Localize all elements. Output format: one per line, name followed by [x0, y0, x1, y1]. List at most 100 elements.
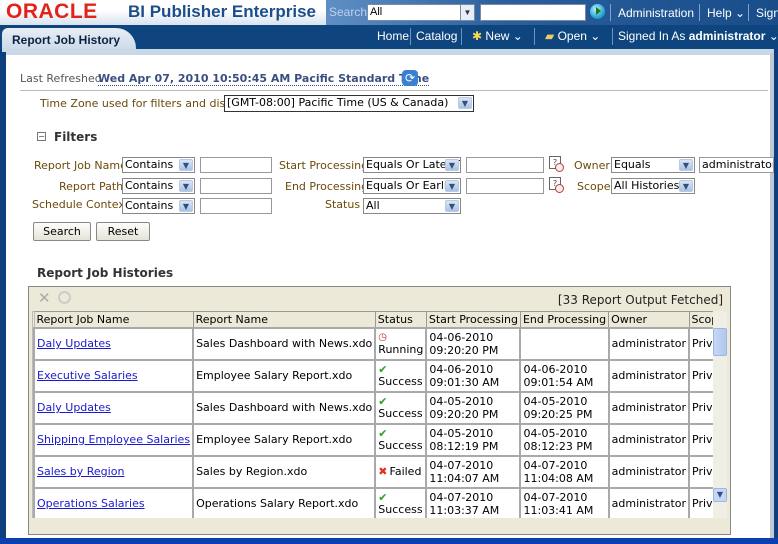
report-job-name-operator[interactable]: Contains ▼ — [122, 157, 195, 173]
nav-bar: Report Job History Home Catalog ✱ New ⌄ … — [0, 25, 778, 52]
column-header-end-processing[interactable]: End Processing — [519, 311, 610, 328]
reset-button[interactable]: Reset — [96, 222, 150, 241]
calendar-icon[interactable]: ? — [549, 156, 565, 172]
report-path-operator[interactable]: Contains ▼ — [122, 178, 195, 194]
search-label: Search — [329, 5, 368, 19]
report-job-link[interactable]: Operations Salaries — [37, 497, 145, 510]
end-time: 08:12:23 PM — [523, 439, 593, 453]
last-refreshed-value[interactable]: Wed Apr 07, 2010 10:50:45 AM Pacific Sta… — [98, 72, 430, 86]
chevron-down-icon: ⌄ — [768, 29, 778, 43]
histories-panel: ✕ [33 Report Output Fetched] Report Job … — [28, 286, 731, 535]
chevron-down-icon: ▼ — [445, 180, 459, 192]
cell-start-processing: 04-05-2010 09:20:20 PM — [425, 390, 522, 425]
cell-status: ✔ Success — [374, 422, 428, 457]
cell-start-processing: 04-07-2010 11:04:07 AM — [425, 454, 522, 489]
calendar-icon[interactable]: ? — [549, 177, 565, 193]
end-processing-input[interactable] — [466, 178, 544, 194]
start-time: 08:12:19 PM — [429, 439, 499, 453]
cell-status: ✔ Success — [374, 358, 428, 393]
column-header-start-processing[interactable]: Start Processing — [425, 311, 521, 328]
cell-status: ✔ Success — [374, 486, 428, 518]
report-job-name-input[interactable] — [200, 157, 272, 173]
start-processing-input[interactable] — [466, 157, 544, 173]
column-header-report-job-name[interactable]: Report Job Name — [33, 311, 194, 328]
cancel-job-icon[interactable] — [58, 291, 71, 304]
end-time: 11:04:08 AM — [523, 471, 594, 485]
column-header-report-name[interactable]: Report Name — [192, 311, 376, 328]
report-job-link[interactable]: Sales by Region — [37, 465, 124, 478]
report-job-link[interactable]: Daly Updates — [37, 401, 111, 414]
table-row[interactable]: Operations Salaries Operations Salary Rep… — [32, 486, 725, 518]
status-text: Success — [378, 502, 423, 516]
open-menu[interactable]: ▰ Open ⌄ — [545, 29, 600, 43]
refresh-icon[interactable]: ⟳ — [402, 70, 418, 86]
schedule-context-input[interactable] — [200, 198, 272, 214]
end-processing-label: End Processing — [285, 180, 369, 193]
delete-icon[interactable]: ✕ — [38, 291, 51, 306]
scroll-down-icon[interactable]: ▼ — [713, 488, 727, 502]
report-path-label: Report Path — [59, 180, 124, 193]
new-menu[interactable]: ✱ New ⌄ — [472, 29, 523, 43]
report-job-link[interactable]: Shipping Employee Salaries — [37, 433, 190, 446]
timezone-value: [GMT-08:00] Pacific Time (US & Canada) — [227, 96, 449, 109]
start-date: 04-06-2010 — [429, 330, 494, 344]
clock-icon: ◷ — [378, 331, 388, 343]
table-row[interactable]: Daly Updates Sales Dashboard with News.xd… — [32, 326, 725, 361]
cell-status: ◷ Running — [374, 326, 428, 361]
status-text: Failed — [389, 465, 422, 478]
owner-input[interactable]: administrator — [699, 157, 774, 173]
table-row[interactable]: Shipping Employee Salaries Employee Salar… — [32, 422, 725, 457]
chevron-down-icon: ▼ — [179, 200, 193, 212]
chevron-down-icon: ▼ — [445, 159, 459, 171]
cell-status: ✖ Failed — [374, 454, 428, 489]
status-select[interactable]: All ▼ — [363, 198, 461, 214]
end-processing-operator[interactable]: Equals Or Earlier Than▼ — [363, 178, 461, 194]
cell-owner: administrator — [607, 358, 691, 393]
operator-value: Contains — [125, 179, 174, 192]
last-refreshed-label: Last Refreshed — [20, 72, 102, 85]
table-row[interactable]: Daly Updates Sales Dashboard with News.xd… — [32, 390, 725, 425]
start-processing-operator[interactable]: Equals Or Later Than▼ — [363, 157, 461, 173]
cell-owner: administrator — [607, 422, 691, 457]
schedule-context-operator[interactable]: Contains ▼ — [122, 198, 195, 214]
sign-out-link[interactable]: Sign Out — [756, 6, 778, 20]
end-date: 04-05-2010 — [523, 426, 588, 440]
cell-owner: administrator — [607, 454, 691, 489]
owner-operator[interactable]: Equals ▼ — [611, 157, 695, 173]
search-input[interactable] — [480, 4, 586, 21]
help-menu[interactable]: Help ⌄ — [707, 6, 745, 20]
fetched-count: [33 Report Output Fetched] — [557, 293, 723, 307]
start-time: 11:04:07 AM — [429, 471, 500, 485]
status-value: All — [366, 199, 380, 212]
divider — [612, 28, 613, 45]
report-path-input[interactable] — [200, 178, 272, 194]
collapse-icon[interactable]: − — [37, 132, 46, 141]
start-date: 04-06-2010 — [429, 362, 494, 376]
start-date: 04-07-2010 — [429, 458, 494, 472]
search-go-icon[interactable] — [590, 4, 605, 19]
search-scope-select[interactable]: All ▼ — [367, 4, 475, 21]
folder-icon: ▰ — [545, 29, 555, 43]
global-search-bar: Search All ▼ Administration Help ⌄ Sign O… — [326, 0, 778, 25]
cell-start-processing: 04-07-2010 11:03:37 AM — [425, 486, 522, 518]
catalog-link[interactable]: Catalog — [416, 29, 457, 43]
table-row[interactable]: Sales by Region Sales by Region.xdo ✖ Faile… — [32, 454, 725, 489]
column-header-owner[interactable]: Owner — [608, 311, 690, 328]
user-menu[interactable]: Signed In As administrator ⌄ — [618, 29, 778, 43]
scope-select[interactable]: All Histories ▼ — [611, 178, 695, 194]
cell-start-processing: 04-06-2010 09:20:20 PM — [425, 326, 522, 361]
search-button[interactable]: Search — [33, 222, 91, 241]
chevron-down-icon: ▼ — [445, 200, 459, 212]
home-link[interactable]: Home — [377, 29, 409, 43]
vertical-scrollbar[interactable]: ▼ — [713, 311, 727, 518]
chevron-down-icon: ▼ — [679, 159, 693, 171]
report-job-link[interactable]: Executive Salaries — [37, 369, 138, 382]
timezone-select[interactable]: [GMT-08:00] Pacific Time (US & Canada) ▼ — [224, 95, 474, 112]
report-job-link[interactable]: Daly Updates — [37, 337, 111, 350]
scrollbar-thumb[interactable] — [713, 328, 727, 356]
column-header-status[interactable]: Status — [374, 311, 427, 328]
chevron-down-icon: ⌄ — [735, 6, 746, 20]
operator-value: Contains — [125, 158, 174, 171]
table-row[interactable]: Executive Salaries Employee Salary Report… — [32, 358, 725, 393]
administration-link[interactable]: Administration — [618, 6, 694, 20]
